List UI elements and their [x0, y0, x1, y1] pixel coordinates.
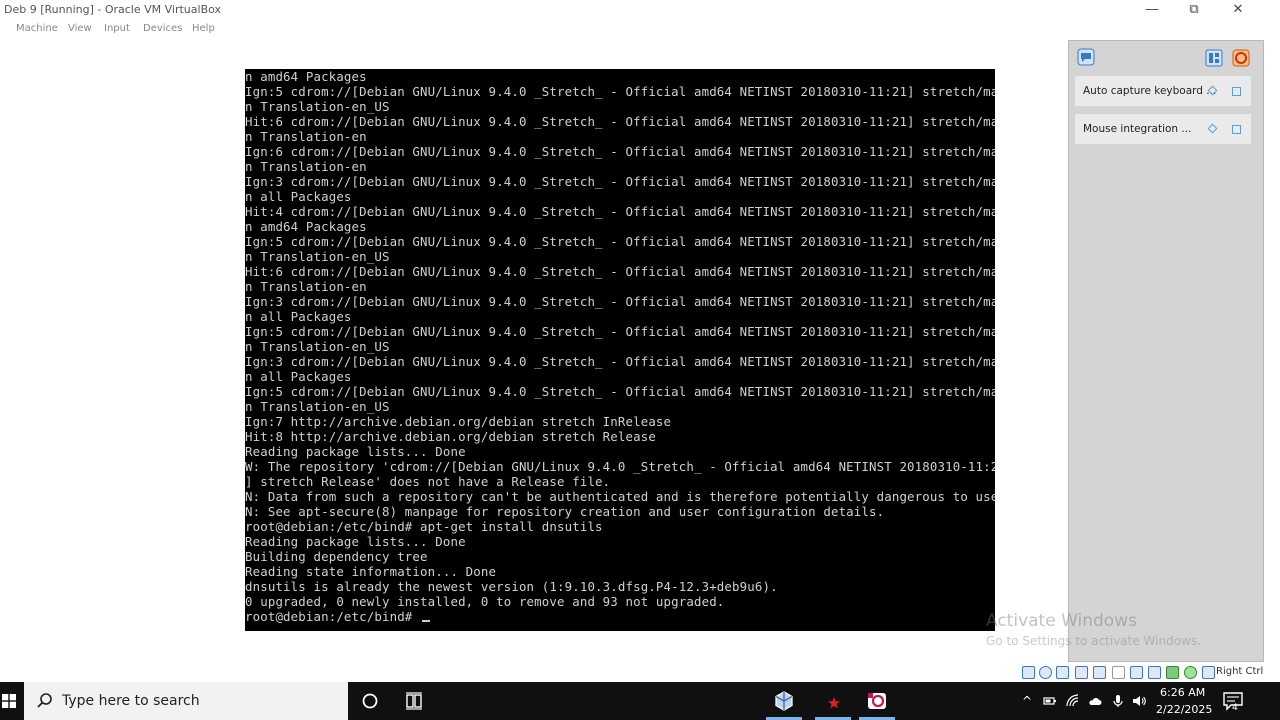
console-line: Hit:8 http://archive.debian.org/debian s…	[245, 429, 656, 444]
console-line: Hit:4 cdrom://[Debian GNU/Linux 9.4.0 _S…	[245, 204, 995, 219]
console-line: Ign:5 cdrom://[Debian GNU/Linux 9.4.0 _S…	[245, 84, 995, 99]
menu-help[interactable]: Help	[192, 23, 215, 34]
dismiss-icon[interactable]	[1232, 87, 1241, 96]
window-title: Deb 9 [Running] - Oracle VM VirtualBox	[4, 3, 222, 16]
audio-icon[interactable]	[1056, 666, 1069, 679]
search-placeholder: Type here to search	[62, 693, 200, 709]
maximize-button[interactable]: ⧉	[1176, 0, 1212, 20]
mouse-integration-icon[interactable]	[1184, 666, 1197, 679]
console-line: Reading state information... Done	[245, 564, 497, 579]
video-capture-icon[interactable]	[1148, 666, 1161, 679]
console-output: n amd64 Packages Ign:5 cdrom://[Debian GN…	[245, 69, 995, 624]
menu-bar: Machine View Input Devices Help	[0, 20, 1280, 40]
activate-windows-subtext: Go to Settings to activate Windows.	[986, 634, 1201, 648]
console-line: n all Packages	[245, 189, 352, 204]
cortana-icon[interactable]	[360, 691, 380, 711]
console-line: n all Packages	[245, 369, 352, 384]
search-icon	[37, 693, 52, 708]
console-line: 0 upgraded, 0 newly installed, 0 to remo…	[245, 594, 725, 609]
microphone-icon[interactable]	[1111, 694, 1125, 708]
keyboard-capture-icon[interactable]	[1202, 666, 1215, 679]
taskbar: Type here to search ^ 6:26 AM 2/22/2025 …	[0, 682, 1280, 720]
volume-icon[interactable]	[1132, 694, 1146, 708]
console-line: Ign:7 http://archive.debian.org/debian s…	[245, 414, 672, 429]
screen-recorder-icon[interactable]	[866, 690, 888, 712]
side-panel-header	[1069, 41, 1263, 75]
dismiss-icon[interactable]	[1232, 125, 1241, 134]
console-line: n amd64 Packages	[245, 219, 367, 234]
console-line: Ign:3 cdrom://[Debian GNU/Linux 9.4.0 _S…	[245, 174, 995, 189]
wifi-icon[interactable]	[1066, 694, 1080, 708]
console-prompt-line: root@debian:/etc/bind#	[245, 609, 995, 624]
console-line: Ign:6 cdrom://[Debian GNU/Linux 9.4.0 _S…	[245, 144, 995, 159]
minimize-button[interactable]: —	[1134, 0, 1170, 20]
usb-icon[interactable]	[1093, 666, 1106, 679]
console-line: Hit:6 cdrom://[Debian GNU/Linux 9.4.0 _S…	[245, 264, 995, 279]
taskbar-search-box[interactable]: Type here to search	[24, 682, 348, 720]
console-line: n Translation-en_US	[245, 99, 390, 114]
optical-drive-icon[interactable]	[1039, 666, 1052, 679]
console-line: n all Packages	[245, 309, 352, 324]
console-line: N: See apt-secure(8) manpage for reposit…	[245, 504, 885, 519]
menu-input[interactable]: Input	[104, 23, 130, 34]
clock-date[interactable]: 2/22/2025	[1156, 703, 1212, 716]
console-line: ] stretch Release' does not have a Relea…	[245, 474, 611, 489]
console-line: Reading package lists... Done	[245, 444, 466, 459]
vm-console[interactable]: n amd64 Packages Ign:5 cdrom://[Debian GN…	[245, 69, 995, 631]
menu-devices[interactable]: Devices	[143, 23, 182, 34]
console-line: dnsutils is already the newest version (…	[245, 579, 778, 594]
title-bar: Deb 9 [Running] - Oracle VM VirtualBox —…	[0, 0, 1280, 20]
text-cursor	[422, 620, 431, 622]
cloud-icon[interactable]	[1088, 694, 1102, 708]
console-prompt: root@debian:/etc/bind#	[245, 609, 421, 624]
notification-card-mouse[interactable]: Mouse integration ...	[1075, 114, 1251, 144]
console-line: Building dependency tree	[245, 549, 428, 564]
console-line: Reading package lists... Done	[245, 534, 466, 549]
close-button[interactable]: ✕	[1220, 0, 1256, 20]
console-line: n Translation-en	[245, 159, 367, 174]
notification-card-keyboard[interactable]: Auto capture keyboard ...	[1075, 76, 1251, 106]
display-icon[interactable]	[1130, 666, 1143, 679]
console-line: root@debian:/etc/bind# apt-get install d…	[245, 519, 603, 534]
start-icon	[2, 694, 16, 708]
close-all-icon[interactable]	[1232, 49, 1250, 67]
menu-machine[interactable]: Machine	[16, 23, 58, 34]
start-button[interactable]	[0, 682, 24, 720]
message-icon[interactable]	[1077, 48, 1095, 66]
console-line: n amd64 Packages	[245, 69, 367, 84]
console-line: n Translation-en_US	[245, 249, 390, 264]
battery-icon[interactable]	[1043, 694, 1057, 708]
virtualbox-icon[interactable]	[773, 690, 795, 712]
task-view-icon[interactable]	[404, 691, 424, 711]
console-line: Ign:5 cdrom://[Debian GNU/Linux 9.4.0 _S…	[245, 324, 995, 339]
console-line: Ign:5 cdrom://[Debian GNU/Linux 9.4.0 _S…	[245, 234, 995, 249]
activate-windows-watermark: Activate Windows	[986, 611, 1137, 631]
cpu-activity-icon[interactable]	[1166, 666, 1179, 679]
host-key-label: Right Ctrl	[1216, 666, 1264, 677]
console-line: n Translation-en	[245, 129, 367, 144]
shared-folders-icon[interactable]	[1112, 666, 1125, 679]
clock-time[interactable]: 6:26 AM	[1160, 686, 1205, 699]
console-line: n Translation-en_US	[245, 399, 390, 414]
notification-count-badge: 4	[1232, 703, 1238, 713]
network-icon[interactable]	[1075, 666, 1088, 679]
panel-layout-icon[interactable]	[1205, 49, 1223, 67]
notification-label: Auto capture keyboard ...	[1083, 85, 1217, 97]
console-line: n Translation-en	[245, 279, 367, 294]
notification-side-panel: Auto capture keyboard ... Mouse integrat…	[1068, 40, 1264, 662]
console-line: Ign:3 cdrom://[Debian GNU/Linux 9.4.0 _S…	[245, 294, 995, 309]
console-line: Ign:3 cdrom://[Debian GNU/Linux 9.4.0 _S…	[245, 354, 995, 369]
console-line: n Translation-en_US	[245, 339, 390, 354]
menu-view[interactable]: View	[68, 23, 92, 34]
recording-icon[interactable]	[827, 696, 841, 710]
console-line: N: Data from such a repository can't be …	[245, 489, 995, 504]
console-line: W: The repository 'cdrom://[Debian GNU/L…	[245, 459, 995, 474]
console-line: Ign:5 cdrom://[Debian GNU/Linux 9.4.0 _S…	[245, 384, 995, 399]
chevron-up-icon[interactable]: ^	[1020, 694, 1034, 708]
hard-disk-icon[interactable]	[1022, 666, 1035, 679]
console-line: Hit:6 cdrom://[Debian GNU/Linux 9.4.0 _S…	[245, 114, 995, 129]
notification-label: Mouse integration ...	[1083, 123, 1192, 135]
pin-icon[interactable]	[1207, 123, 1218, 134]
